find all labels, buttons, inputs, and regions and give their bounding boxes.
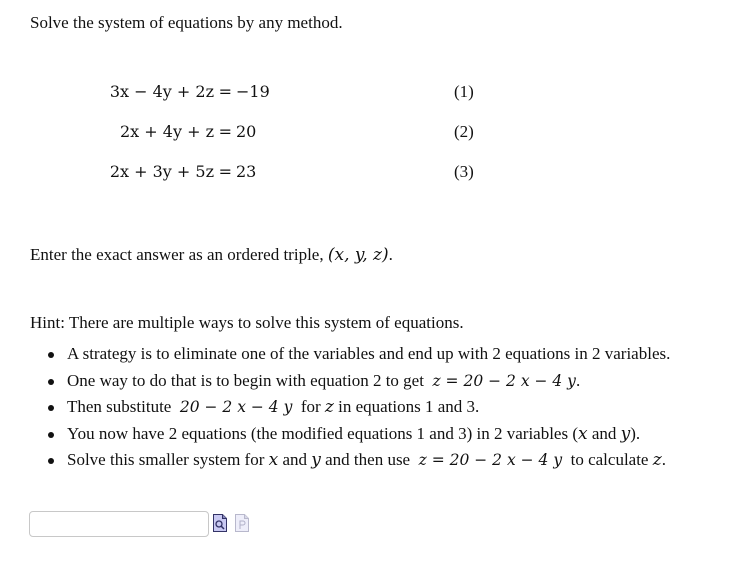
hint-text: and then use <box>320 450 415 469</box>
rhs-value: −19 <box>236 82 270 101</box>
hint-text: and <box>587 423 621 443</box>
equation-label: (3) <box>454 162 474 181</box>
hint-text: to calculate <box>566 450 653 469</box>
rhs-value: 20 <box>236 122 257 141</box>
hint-text: and <box>278 450 312 469</box>
equals-sign: = <box>218 122 232 141</box>
hint-item: A strategy is to eliminate one of the va… <box>30 342 670 369</box>
hint-text: in equations 1 and 3. <box>333 397 480 416</box>
hint-math: y <box>620 423 631 444</box>
hint-item: Then substitute 20 − 2 x − 4 y for z in … <box>30 395 670 422</box>
hint-math: x <box>578 423 588 444</box>
lhs-expression: 2x + 3y + 5z <box>109 162 214 181</box>
equals-sign: = <box>218 82 232 101</box>
hint-math: x <box>268 450 279 470</box>
ordered-triple-math: (x, y, z) <box>327 245 389 265</box>
hint-text: Solve this smaller system for <box>67 450 269 469</box>
hint-list: A strategy is to eliminate one of the va… <box>30 342 670 475</box>
equation-label: (2) <box>454 122 474 141</box>
hint-math: 20 − 2 x − 4 y <box>179 398 293 416</box>
hint-text: for <box>296 397 325 416</box>
format-help-page-icon[interactable] <box>235 514 249 532</box>
instruction-period: . <box>388 245 393 264</box>
hint-math: z = 20 − 2 x − 4 y <box>432 371 576 390</box>
lhs-expression: 2x + 4y + z <box>119 122 214 141</box>
hint-text: You now have 2 equations (the modified e… <box>67 423 579 443</box>
answer-input[interactable] <box>29 511 209 537</box>
hint-math: z <box>652 450 662 470</box>
answer-instruction: Enter the exact answer as an ordered tri… <box>30 245 393 265</box>
hint-math: z = 20 − 2 x − 4 y <box>418 451 563 469</box>
hint-text: One way to do that is to begin with equa… <box>67 370 429 390</box>
hint-text: . <box>575 370 581 390</box>
hint-math: y <box>311 450 321 470</box>
hint-item: You now have 2 equations (the modified e… <box>30 422 670 449</box>
hint-title: Hint: There are multiple ways to solve t… <box>30 313 464 332</box>
lhs-expression: 3x − 4y + 2z <box>109 82 214 101</box>
hint-text: A strategy is to eliminate one of the va… <box>67 344 671 363</box>
problem-prompt: Solve the system of equations by any met… <box>30 13 343 32</box>
equals-sign: = <box>218 162 232 181</box>
preview-magnifier-icon[interactable] <box>213 514 227 532</box>
hint-text: . <box>661 450 666 469</box>
equation-label: (1) <box>454 82 474 101</box>
hint-math: z <box>324 397 334 417</box>
hint-item: One way to do that is to begin with equa… <box>30 369 670 396</box>
instruction-text: Enter the exact answer as an ordered tri… <box>30 245 328 264</box>
hint-item: Solve this smaller system for x and y an… <box>30 448 670 475</box>
hint-text: ). <box>630 423 641 443</box>
rhs-value: 23 <box>236 162 257 181</box>
hint-text: Then substitute <box>67 397 176 416</box>
